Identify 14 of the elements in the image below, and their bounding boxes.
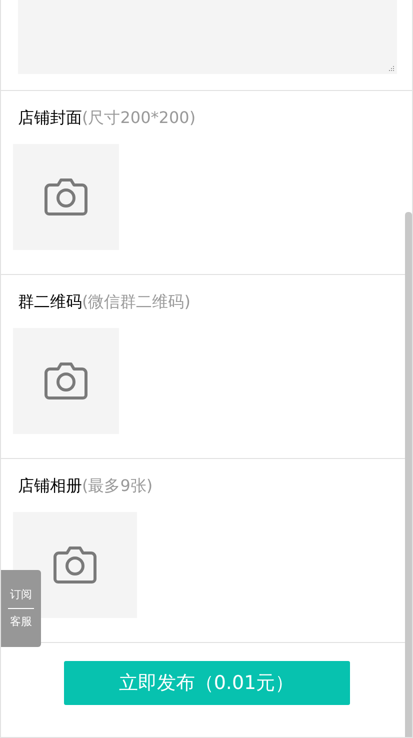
section-label: 店铺封面(尺寸200*200) <box>18 108 197 128</box>
subscribe-link[interactable]: 订阅 <box>10 588 32 602</box>
publish-button[interactable]: 立即发布（0.01元） <box>64 661 350 705</box>
camera-icon <box>51 545 99 585</box>
upload-tile[interactable] <box>13 144 119 250</box>
camera-icon <box>42 177 90 217</box>
customer-service-link[interactable]: 客服 <box>10 615 32 629</box>
text-area-field[interactable] <box>18 0 397 74</box>
camera-icon <box>42 361 90 401</box>
section-label: 群二维码(微信群二维码) <box>18 292 192 312</box>
scrollbar[interactable] <box>405 212 412 737</box>
floating-side-menu[interactable]: 订阅 客服 <box>1 570 41 647</box>
section-label: 店铺相册(最多9张) <box>18 476 154 496</box>
upload-tile[interactable] <box>13 328 119 434</box>
